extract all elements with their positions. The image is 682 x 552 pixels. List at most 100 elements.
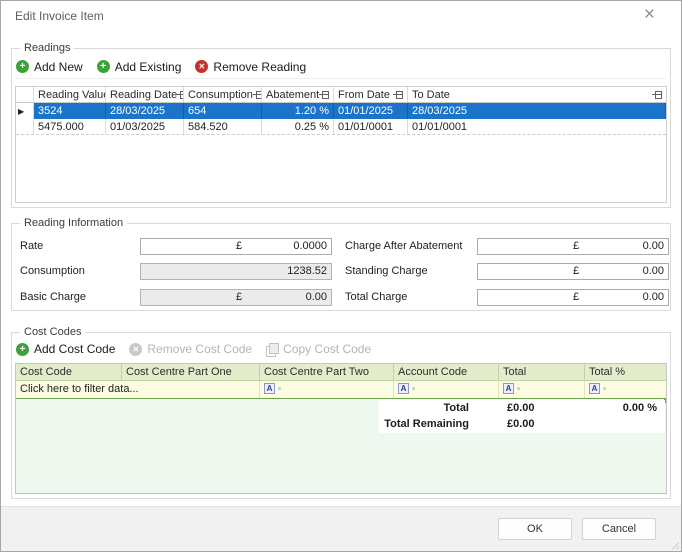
- column-header-total-percent[interactable]: Total %: [585, 364, 666, 380]
- column-pin-icon[interactable]: [393, 90, 403, 99]
- row-indicator-header: [16, 87, 34, 102]
- column-header-consumption[interactable]: Consumption: [184, 87, 262, 102]
- column-label: Reading Date: [110, 87, 177, 102]
- field-row: Rate £ 0.0000: [20, 238, 332, 255]
- charge-after-abatement-value: 0.00: [643, 238, 664, 255]
- cell-reading-value: 5475.000: [34, 119, 106, 134]
- filter-cell[interactable]: A ˢ: [394, 381, 499, 398]
- remove-reading-button[interactable]: ✕ Remove Reading: [195, 60, 306, 74]
- add-icon: +: [97, 60, 110, 73]
- row-indicator-cell: [16, 119, 34, 134]
- column-pin-icon[interactable]: [652, 90, 662, 99]
- copy-icon-disabled: [266, 343, 278, 356]
- consumption-field: 1238.52: [140, 263, 332, 280]
- currency-symbol: £: [236, 238, 242, 255]
- copy-cost-code-button: Copy Cost Code: [266, 342, 371, 356]
- readings-group: Readings + Add New + Add Existing ✕ Remo…: [11, 48, 671, 208]
- dialog-footer: OK Cancel: [1, 506, 681, 551]
- column-label: Reading Value: [38, 87, 106, 102]
- charge-after-abatement-input[interactable]: £ 0.00: [477, 238, 669, 255]
- consumption-value: 1238.52: [287, 263, 327, 280]
- charge-after-abatement-label: Charge After Abatement: [345, 238, 462, 255]
- rate-label: Rate: [20, 238, 43, 255]
- readings-toolbar: + Add New + Add Existing ✕ Remove Readin…: [16, 55, 666, 79]
- cost-codes-grid: Cost Code Cost Centre Part One Cost Cent…: [15, 363, 667, 494]
- add-new-label: Add New: [34, 60, 83, 74]
- column-label: Consumption: [188, 87, 253, 102]
- table-row[interactable]: 5475.000 01/03/2025 584.520 0.25 % 01/01…: [16, 119, 666, 135]
- remove-icon-disabled: ✕: [129, 343, 142, 356]
- cell-to-date: 01/01/0001: [408, 119, 666, 134]
- cell-abatement: 1.20 %: [262, 103, 334, 119]
- cancel-button[interactable]: Cancel: [582, 518, 656, 540]
- remove-icon: ✕: [195, 60, 208, 73]
- ok-button[interactable]: OK: [498, 518, 572, 540]
- total-charge-input[interactable]: £ 0.00: [477, 289, 669, 306]
- column-header-cost-code[interactable]: Cost Code: [16, 364, 122, 380]
- column-pin-icon[interactable]: [177, 90, 184, 99]
- filter-cell[interactable]: A ˢ: [499, 381, 585, 398]
- add-existing-button[interactable]: + Add Existing: [97, 60, 182, 74]
- filter-condition-icon[interactable]: A: [264, 383, 275, 394]
- close-icon[interactable]: ×: [644, 5, 655, 25]
- copy-cost-code-label: Copy Cost Code: [283, 342, 371, 356]
- column-header-reading-date[interactable]: Reading Date: [106, 87, 184, 102]
- add-new-button[interactable]: + Add New: [16, 60, 83, 74]
- summary-total-label: Total: [379, 400, 477, 416]
- cost-codes-summary: Total £0.00 0.00 % Total Remaining £0.00: [379, 400, 665, 433]
- filter-prompt[interactable]: Click here to filter data...: [16, 381, 260, 398]
- column-header-abatement[interactable]: Abatement: [262, 87, 334, 102]
- filter-row: Click here to filter data... A ˢ A ˢ A ˢ…: [16, 381, 666, 398]
- column-header-from-date[interactable]: From Date: [334, 87, 408, 102]
- column-header-cost-centre-part-one[interactable]: Cost Centre Part One: [122, 364, 260, 380]
- filter-condition-icon[interactable]: A: [398, 383, 409, 394]
- current-row-pointer-icon: ▶: [18, 107, 24, 116]
- field-row: Consumption 1238.52: [20, 263, 332, 280]
- filter-condition-icon[interactable]: A: [589, 383, 600, 394]
- column-pin-icon[interactable]: [253, 90, 262, 99]
- cell-reading-date: 28/03/2025: [106, 103, 184, 119]
- basic-charge-field: £ 0.00: [140, 289, 332, 306]
- cell-to-date: 28/03/2025: [408, 103, 666, 119]
- title-bar: Edit Invoice Item ×: [1, 1, 681, 31]
- filter-condition-icon[interactable]: A: [503, 383, 514, 394]
- add-cost-code-label: Add Cost Code: [34, 342, 115, 356]
- column-header-account-code[interactable]: Account Code: [394, 364, 499, 380]
- column-label: From Date: [338, 87, 390, 102]
- currency-symbol: £: [573, 289, 579, 306]
- column-header-to-date[interactable]: To Date: [408, 87, 666, 102]
- filter-condition-mark: ˢ: [603, 385, 606, 394]
- add-cost-code-button[interactable]: + Add Cost Code: [16, 342, 115, 356]
- remove-cost-code-label: Remove Cost Code: [147, 342, 252, 356]
- field-row: Charge After Abatement £ 0.00: [345, 238, 667, 255]
- currency-symbol: £: [573, 238, 579, 255]
- standing-charge-input[interactable]: £ 0.00: [477, 263, 669, 280]
- field-row: Total Charge £ 0.00: [345, 289, 667, 306]
- table-row[interactable]: ▶ 3524 28/03/2025 654 1.20 % 01/01/2025 …: [16, 103, 666, 119]
- total-charge-label: Total Charge: [345, 289, 407, 306]
- rate-input[interactable]: £ 0.0000: [140, 238, 332, 255]
- basic-charge-value: 0.00: [306, 289, 327, 306]
- column-pin-icon[interactable]: [319, 90, 329, 99]
- cell-from-date: 01/01/0001: [334, 119, 408, 134]
- resize-grip[interactable]: [669, 539, 679, 549]
- column-header-cost-centre-part-two[interactable]: Cost Centre Part Two: [260, 364, 394, 380]
- row-indicator-cell: ▶: [16, 103, 34, 119]
- cell-consumption: 654: [184, 103, 262, 119]
- column-header-total[interactable]: Total: [499, 364, 585, 380]
- standing-charge-label: Standing Charge: [345, 263, 428, 280]
- filter-cell[interactable]: A ˢ: [260, 381, 394, 398]
- cell-consumption: 584.520: [184, 119, 262, 134]
- remove-cost-code-button: ✕ Remove Cost Code: [129, 342, 252, 356]
- filter-cell[interactable]: A ˢ: [585, 381, 666, 398]
- summary-remaining-row: Total Remaining £0.00: [379, 416, 665, 432]
- field-row: Basic Charge £ 0.00: [20, 289, 332, 306]
- cell-from-date: 01/01/2025: [334, 103, 408, 119]
- field-row: Standing Charge £ 0.00: [345, 263, 667, 280]
- filter-condition-mark: ˢ: [517, 385, 520, 394]
- currency-symbol: £: [573, 263, 579, 280]
- cost-codes-group: Cost Codes + Add Cost Code ✕ Remove Cost…: [11, 332, 671, 499]
- readings-grid: Reading Value Reading Date Consumption A…: [15, 86, 667, 203]
- reading-information-group-label: Reading Information: [20, 217, 127, 229]
- column-header-reading-value[interactable]: Reading Value: [34, 87, 106, 102]
